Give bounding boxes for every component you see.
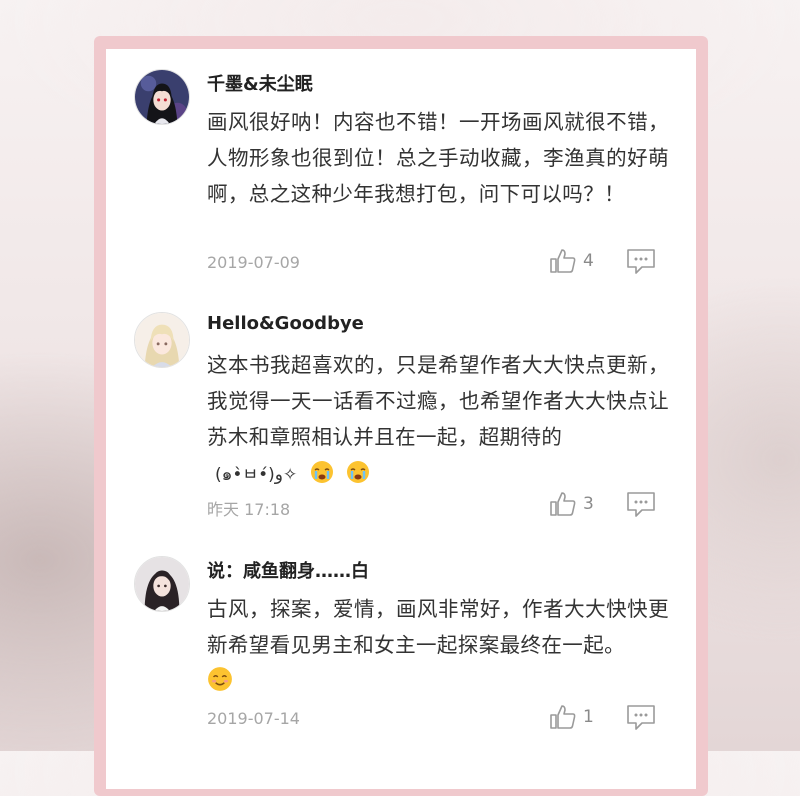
avatar[interactable] [134,69,190,125]
reply-button[interactable] [626,703,656,731]
emoji-line: (๑•̀ㅂ•́)و✧ [207,455,669,491]
timestamp: 2019-07-09 [207,253,300,272]
like-count: 4 [583,251,594,271]
comment-bubble-icon [627,705,655,730]
reply-button[interactable] [626,247,656,275]
comment-card: 千墨&未尘眠 画风很好呐！内容也不错！一开场画风就很不错，人物形象也很到位！总之… [106,49,696,789]
thumbs-up-icon [550,249,576,273]
like-button[interactable]: 1 [549,702,609,732]
thumbs-up-icon [550,492,576,516]
avatar[interactable] [134,312,190,368]
crying-face-emoji [310,461,333,483]
comment-text-main: 古风，探案，爱情，画风非常好，作者大大快快更新希望看见男主和女主一起探案最终在一… [207,597,669,657]
like-button[interactable]: 3 [549,489,609,519]
emoji-line [207,663,669,699]
reply-button[interactable] [626,490,656,518]
username[interactable]: 说：咸鱼翻身……白 [207,557,369,583]
crying-face-emoji [347,461,370,483]
comment-bubble-icon [627,492,655,517]
smiling-face-emoji [208,667,232,691]
avatar[interactable] [134,556,190,612]
username[interactable]: 千墨&未尘眠 [207,70,313,96]
kaomoji: (๑•̀ㅂ•́)و✧ [215,465,298,485]
comment-text-main: 这本书我超喜欢的，只是希望作者大大快点更新，我觉得一天一话看不过瘾，也希望作者大… [207,353,669,449]
like-button[interactable]: 4 [549,246,609,276]
comment-text: 这本书我超喜欢的，只是希望作者大大快点更新，我觉得一天一话看不过瘾，也希望作者大… [207,347,669,491]
like-count: 1 [583,707,594,727]
comment-bubble-icon [627,249,655,274]
comment-text: 画风很好呐！内容也不错！一开场画风就很不错，人物形象也很到位！总之手动收藏，李渔… [207,110,669,206]
timestamp: 昨天 17:18 [207,500,291,519]
username[interactable]: Hello&Goodbye [207,313,364,334]
like-count: 3 [583,494,594,514]
comment-text: 古风，探案，爱情，画风非常好，作者大大快快更新希望看见男主和女主一起探案最终在一… [207,591,669,699]
thumbs-up-icon [550,705,576,729]
timestamp: 2019-07-14 [207,709,300,728]
